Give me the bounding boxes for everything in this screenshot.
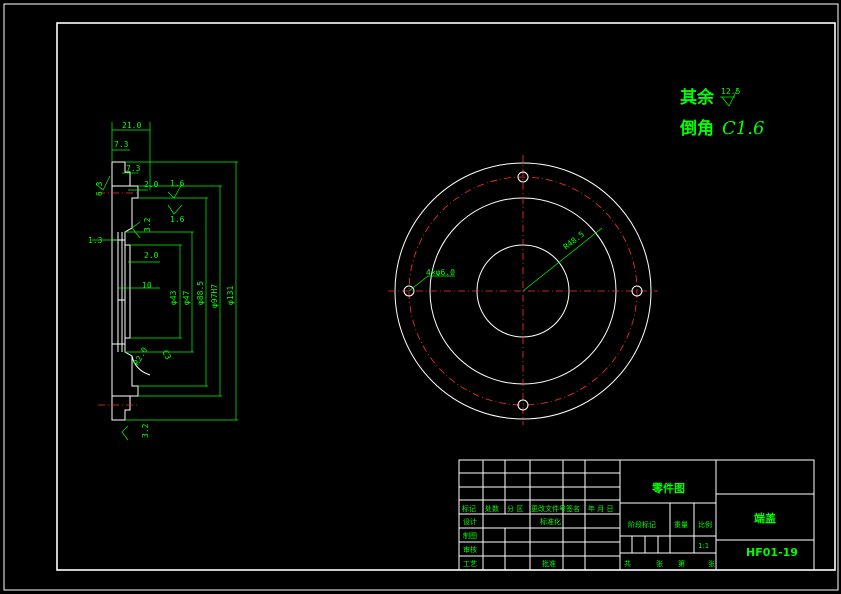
tb-label-process: 工艺 xyxy=(463,560,477,568)
tb-part-name: 端盖 xyxy=(754,511,776,525)
tb-drawing-no: HF01-19 xyxy=(746,546,798,559)
dim-d88: φ88.5 xyxy=(196,281,205,305)
tb-label-check: 审核 xyxy=(463,545,477,554)
dim-bore-len: 10 xyxy=(142,281,152,290)
dim-radius: R2.0 xyxy=(132,346,150,367)
chamfer-value: C1.6 xyxy=(722,118,764,139)
rest-label: 其余 xyxy=(680,87,715,108)
dim-groove-depth: 2.0 xyxy=(144,251,159,260)
dim-width-total: 21.0 xyxy=(122,121,141,130)
dim-pitch-radius: R48.5 xyxy=(562,230,587,252)
dim-step-1: 7.3 xyxy=(114,140,129,149)
dim-rough-a: 1.6 xyxy=(170,179,185,188)
tb-header-1: 处数 xyxy=(485,504,499,513)
cad-drawing-sheet: 其余 12.5 倒角 C1.6 21.0 7.3 7.3 2.0 2.0 1.3… xyxy=(3,3,839,591)
tb-header-3: 更改文件号 xyxy=(531,504,566,513)
tb-sheet-end: 张 xyxy=(708,559,715,568)
dim-lip: 1.3 xyxy=(88,236,103,245)
tb-label-design: 设计 xyxy=(463,517,477,526)
technical-notes: 其余 12.5 倒角 C1.6 xyxy=(679,87,764,139)
dim-chamfer: C3 xyxy=(160,349,173,362)
tb-header-5: 年 月 日 xyxy=(588,504,613,513)
tb-header-0: 标记 xyxy=(462,504,476,513)
section-view: 21.0 7.3 7.3 2.0 2.0 1.3 10 6.3 R2.0 C3 … xyxy=(88,121,238,441)
dim-d131: φ131 xyxy=(226,286,235,305)
tb-sheet: 张 xyxy=(656,559,663,568)
dim-rough-d: 3.2 xyxy=(141,423,150,438)
dim-holes: 4×φ6.0 xyxy=(426,268,455,277)
dim-d47: φ47 xyxy=(182,290,191,305)
dim-rough-c: 1.6 xyxy=(170,215,185,224)
dim-step-3: 2.0 xyxy=(144,180,159,189)
tb-label-draw: 制图 xyxy=(463,531,477,540)
tb-standardize: 标准化 xyxy=(540,517,561,526)
tb-sheet-of: 第 xyxy=(678,559,685,568)
tb-weight: 重量 xyxy=(674,521,688,529)
tb-ratio: 比例 xyxy=(698,520,712,529)
roughness-icon xyxy=(131,221,141,239)
tb-header-2: 分 区 xyxy=(507,504,523,513)
dim-rough-b: 3.2 xyxy=(143,217,152,232)
dim-d97: φ97H7 xyxy=(210,284,219,308)
title-block: 标记 处数 分 区 更改文件号 签名 年 月 日 设计 制图 审核 工艺 标准化… xyxy=(458,459,815,571)
tb-header-4: 签名 xyxy=(566,504,580,513)
dim-d43: φ43 xyxy=(169,290,178,305)
roughness-icon xyxy=(121,425,129,441)
dim-angle: 6.3 xyxy=(95,181,104,196)
front-view: R48.5 4×φ6.0 xyxy=(388,155,658,425)
dim-step-2: 7.3 xyxy=(126,164,141,173)
tb-stage-mark: 阶段标记 xyxy=(628,520,656,529)
tb-scale: 1:1 xyxy=(698,542,709,550)
tb-approve: 批准 xyxy=(542,559,556,568)
tb-part-drawing: 零件图 xyxy=(651,481,685,495)
chamfer-label: 倒角 xyxy=(679,118,714,139)
tb-sheet-total: 共 xyxy=(624,559,631,568)
